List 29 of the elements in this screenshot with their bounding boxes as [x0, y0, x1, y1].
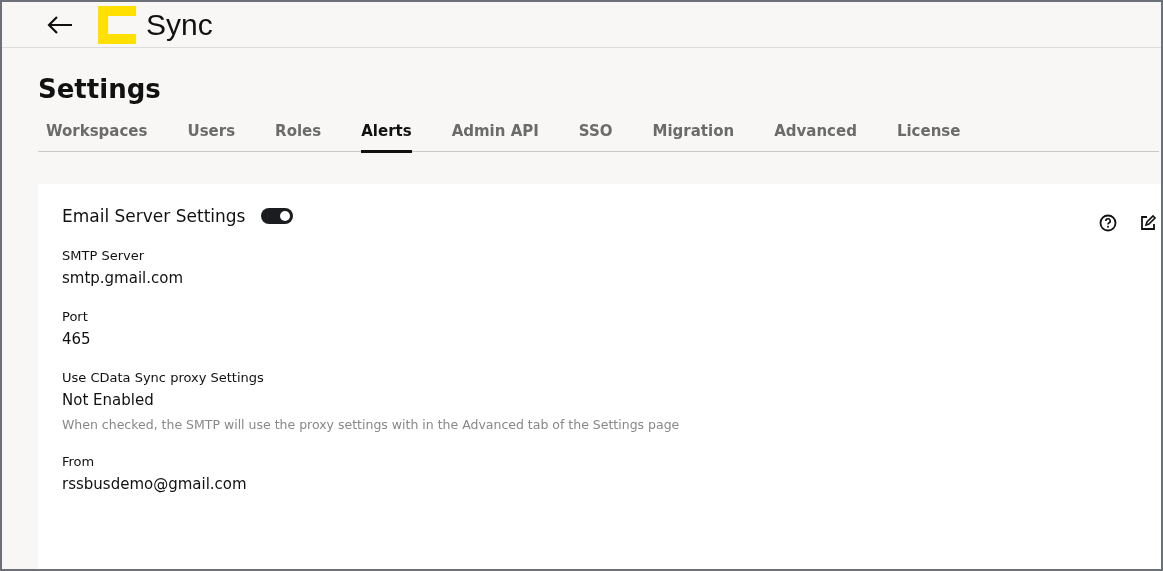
tab[interactable]: Alerts [361, 116, 412, 153]
field-hint: When checked, the SMTP will use the proxy settings with in the Advanced tab of the Settings page [62, 417, 681, 432]
field-label: Port [62, 309, 89, 324]
tab[interactable]: Workspaces [46, 116, 148, 153]
field-value: 465 [62, 330, 92, 348]
help-button[interactable] [1099, 214, 1117, 232]
field-value: Not Enabled [62, 391, 155, 409]
tab[interactable]: Migration [652, 116, 735, 153]
edit-icon [1139, 214, 1157, 232]
tab[interactable]: Admin API [451, 116, 539, 153]
page-title: Settings [38, 74, 162, 104]
logo-icon [98, 5, 136, 44]
tab[interactable]: Advanced [774, 116, 857, 153]
tab[interactable]: License [896, 116, 961, 153]
field-label: SMTP Server [62, 248, 145, 263]
tab[interactable]: Roles [275, 116, 322, 153]
field-value: rssbusdemo@gmail.com [62, 475, 248, 493]
tab[interactable]: Users [187, 116, 236, 153]
logo-text: Sync [146, 7, 213, 42]
edit-button[interactable] [1139, 214, 1157, 232]
field-label: Use CData Sync proxy Settings [62, 370, 265, 385]
tab[interactable]: SSO [578, 116, 613, 153]
toggle-switch[interactable] [261, 208, 294, 224]
back-arrow-icon [46, 14, 74, 35]
help-icon [1099, 214, 1117, 232]
field-value: smtp.gmail.com [62, 269, 185, 287]
field-label: From [62, 454, 96, 469]
back-button[interactable] [46, 14, 74, 35]
card-title: Email Server Settings [62, 206, 246, 226]
